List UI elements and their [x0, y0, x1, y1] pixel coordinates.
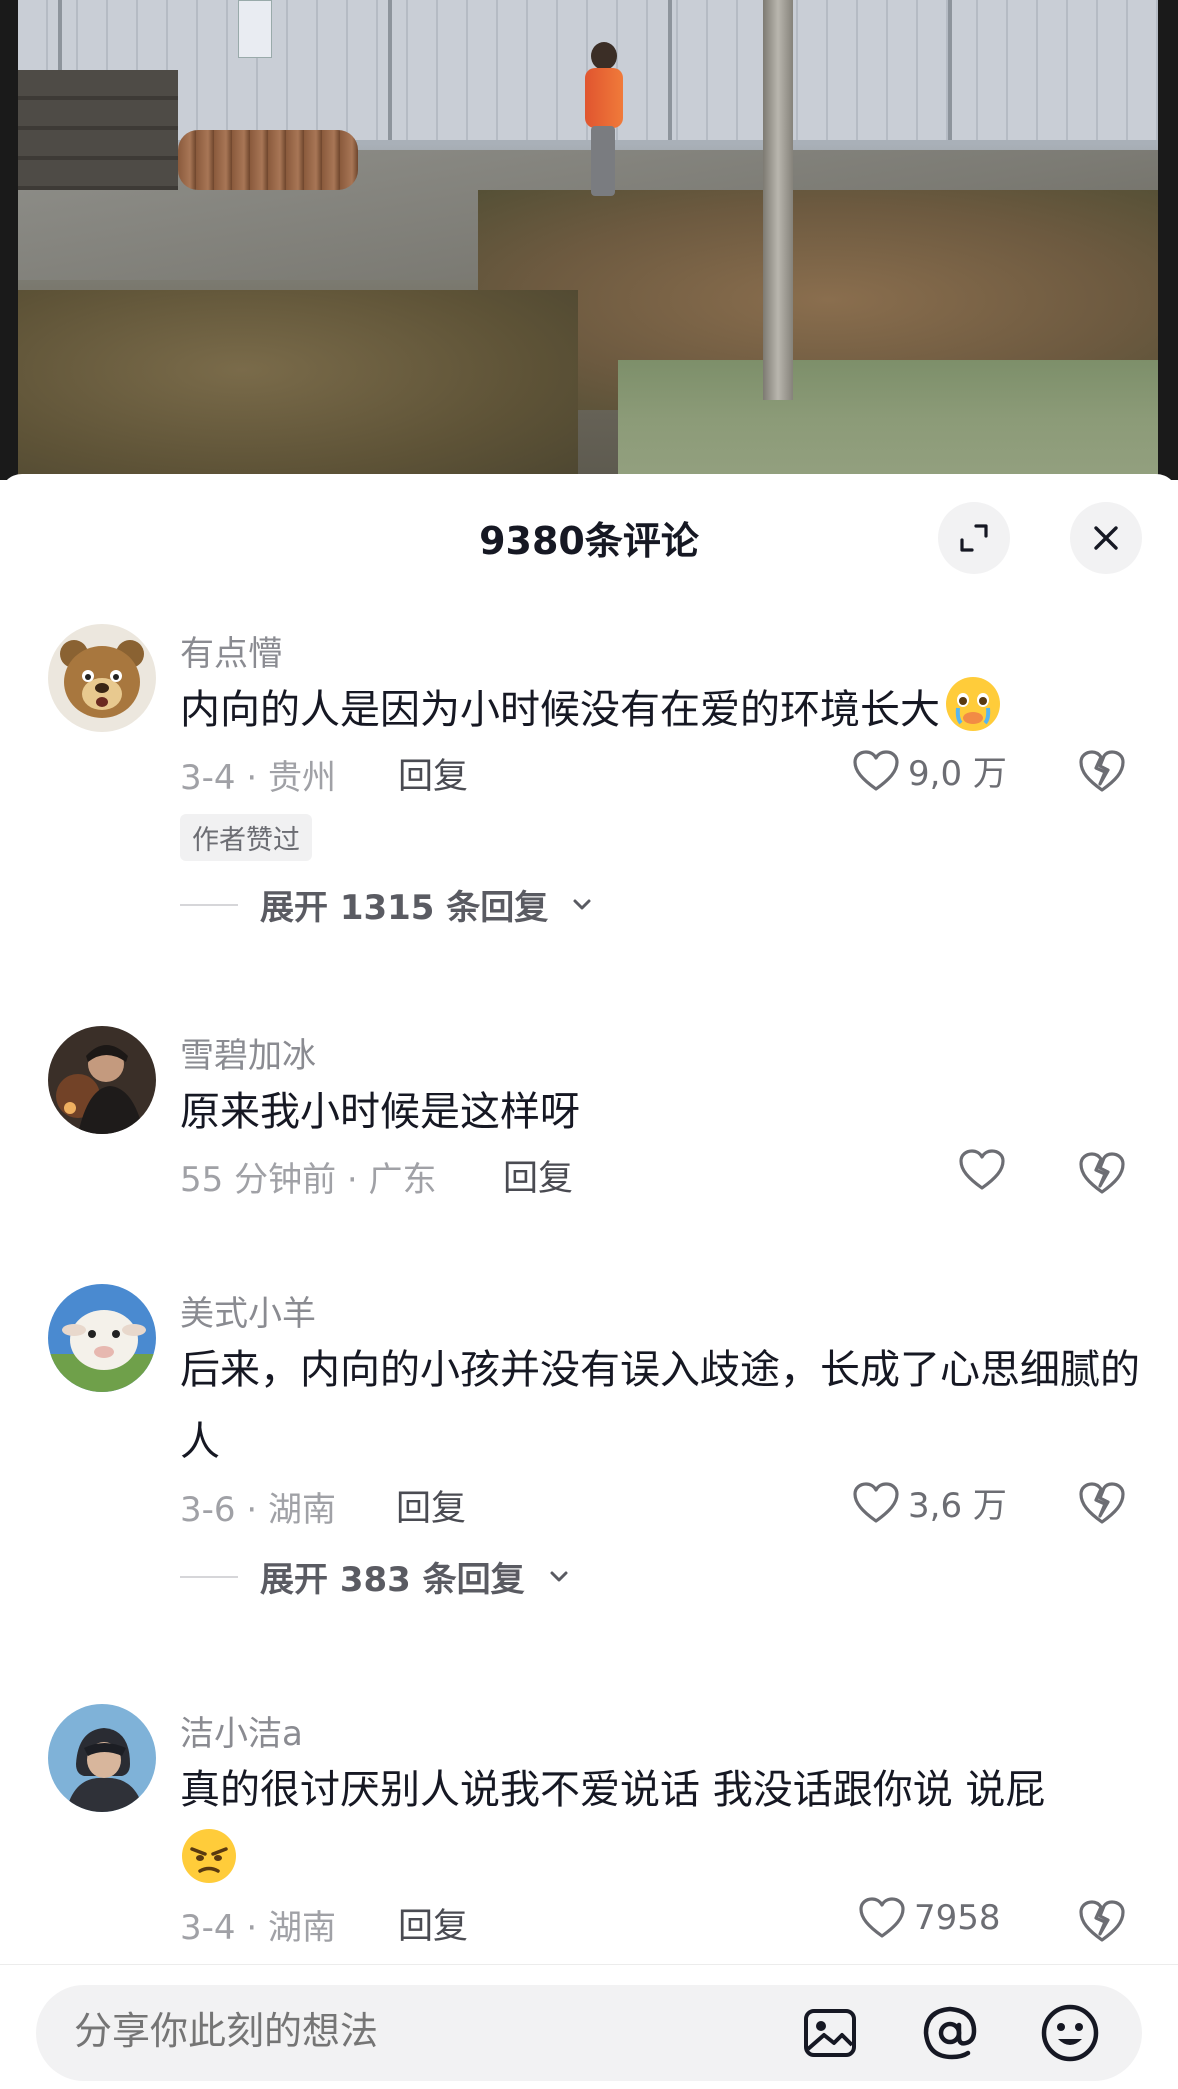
notice-sign	[238, 0, 272, 58]
person-avatar-image	[48, 1026, 156, 1134]
sheet-header: 9380条评论	[0, 474, 1178, 594]
like-count: 9,0 万	[908, 754, 1007, 794]
stone-stairs	[18, 70, 178, 190]
angry-face-emoji	[182, 1829, 236, 1883]
expand-button[interactable]	[938, 502, 1010, 574]
dislike-icon[interactable]	[1078, 1480, 1126, 1526]
comment-meta: 3-4 · 湖南	[180, 1908, 336, 1948]
image-icon[interactable]	[798, 2001, 862, 2065]
username[interactable]: 美式小羊	[180, 1286, 316, 1335]
divider	[180, 903, 238, 906]
dislike-icon[interactable]	[1078, 1150, 1126, 1196]
reply-button[interactable]: 回复	[398, 748, 468, 799]
divider	[180, 1575, 238, 1578]
dislike-icon[interactable]	[1078, 1898, 1126, 1944]
avatar[interactable]	[48, 1704, 156, 1812]
avatar[interactable]	[48, 1284, 156, 1392]
heart-icon	[853, 1481, 899, 1523]
heart-icon	[853, 749, 899, 791]
close-button[interactable]	[1070, 502, 1142, 574]
comment-input[interactable]	[74, 2009, 774, 2053]
expand-replies-button[interactable]: 展开 383 条回复	[180, 1552, 571, 1601]
comment-text-content: 真的很讨厌别人说我不爱说话 我没话跟你说 说屁	[180, 1767, 1046, 1813]
like-button[interactable]: 7958	[858, 1896, 1001, 1940]
hooded-person-avatar-image	[48, 1704, 156, 1812]
comment-meta: 55 分钟前 · 广东	[180, 1160, 437, 1200]
like-button[interactable]: 3,6 万	[852, 1478, 1007, 1527]
video-frame	[18, 0, 1158, 480]
heart-icon	[959, 1149, 1005, 1190]
comment-meta: 3-4 · 贵州	[180, 758, 336, 798]
expand-replies-button[interactable]: 展开 1315 条回复	[180, 880, 594, 929]
bear-avatar-image	[48, 624, 156, 732]
fence-post	[668, 0, 672, 140]
author-liked-badge: 作者赞过	[180, 814, 312, 861]
expand-replies-label: 展开 1315 条回复	[260, 888, 549, 928]
comment-text: 内向的人是因为小时候没有在爱的环境长大	[180, 674, 1140, 746]
close-icon	[1094, 526, 1118, 550]
comment-text-content: 内向的人是因为小时候没有在爱的环境长大	[180, 687, 940, 733]
at-icon[interactable]	[918, 2001, 982, 2065]
like-button[interactable]	[958, 1148, 1006, 1192]
dry-grass	[18, 290, 578, 480]
expand-replies-label: 展开 383 条回复	[260, 1560, 525, 1600]
dislike-icon[interactable]	[1078, 748, 1126, 794]
reply-button[interactable]: 回复	[503, 1150, 573, 1201]
emoji-icon[interactable]	[1038, 2001, 1102, 2065]
comment-sheet: 9380条评论 有点懵 内向的人是因为小时候没有在爱的环境长大 3-4 · 贵州…	[0, 474, 1178, 2089]
username[interactable]: 有点懵	[180, 626, 282, 675]
comment-text: 原来我小时候是这样呀	[180, 1089, 580, 1135]
like-count: 7958	[914, 1898, 1001, 1938]
comment-text: 后来，内向的小孩并没有误入歧途，长成了心思细腻的人	[180, 1347, 1140, 1465]
like-count: 3,6 万	[908, 1486, 1007, 1526]
username[interactable]: 洁小洁a	[180, 1706, 303, 1755]
comment-input-bar	[0, 1964, 1178, 2089]
firewood-pile	[178, 130, 358, 190]
sheep-avatar-image	[48, 1284, 156, 1392]
video-player[interactable]	[0, 0, 1178, 480]
username[interactable]: 雪碧加冰	[180, 1028, 316, 1077]
like-button[interactable]: 9,0 万	[852, 746, 1007, 795]
reply-button[interactable]: 回复	[396, 1480, 466, 1531]
chevron-down-icon	[550, 1571, 568, 1581]
avatar[interactable]	[48, 624, 156, 732]
comment-text: 真的很讨厌别人说我不爱说话 我没话跟你说 说屁	[180, 1754, 1140, 1898]
fence-post	[388, 0, 392, 140]
heart-icon	[859, 1897, 905, 1938]
comment-input-container[interactable]	[36, 1985, 1142, 2081]
green-grass	[618, 360, 1158, 480]
fence-post	[948, 0, 952, 140]
walking-child	[583, 42, 623, 202]
avatar[interactable]	[48, 1026, 156, 1134]
comment-meta: 3-6 · 湖南	[180, 1490, 336, 1530]
utility-pole	[763, 0, 793, 400]
reply-button[interactable]: 回复	[398, 1898, 468, 1949]
chevron-down-icon	[573, 899, 591, 909]
expand-icon	[960, 524, 988, 552]
crying-face-emoji	[946, 677, 1000, 731]
